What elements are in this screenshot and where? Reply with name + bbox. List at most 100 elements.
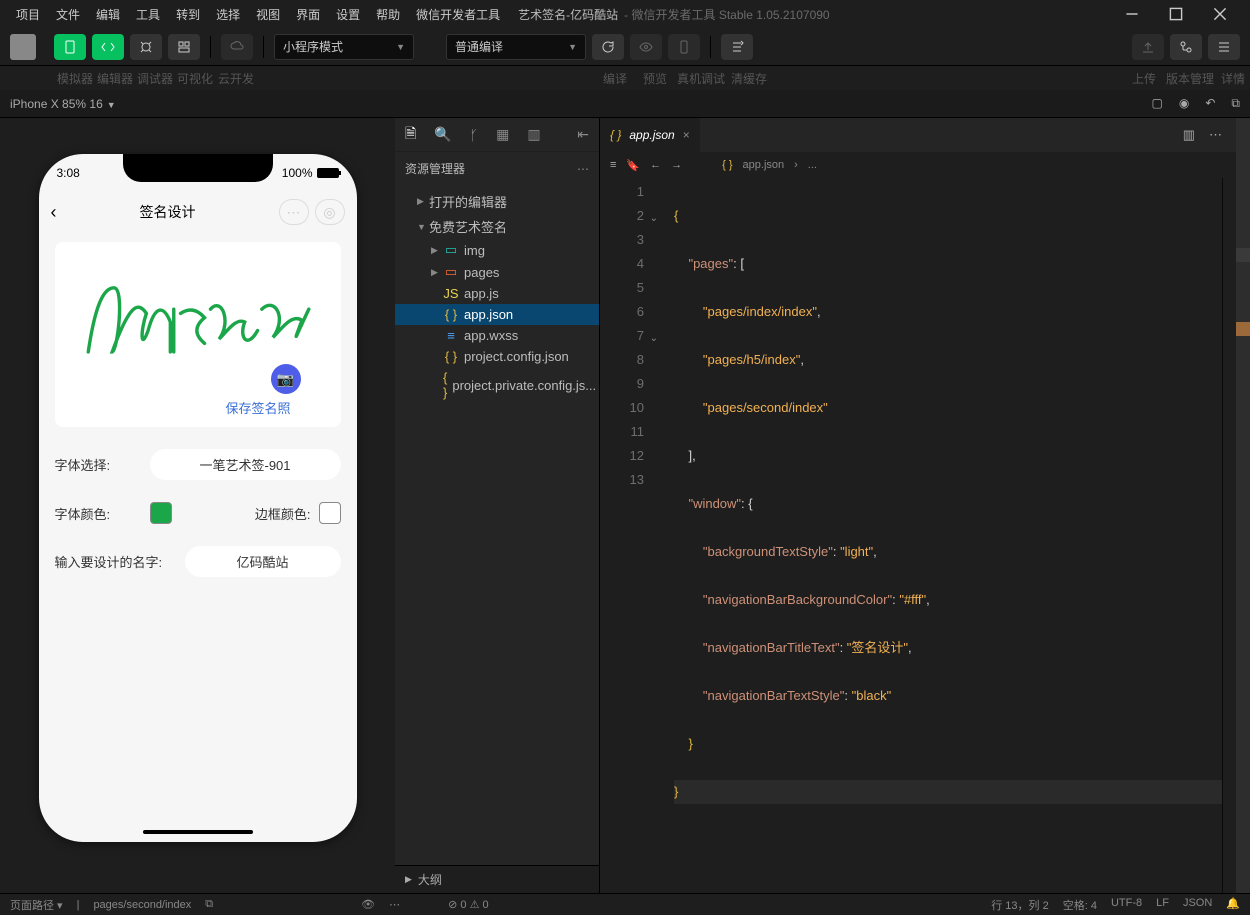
- signature-image: 📷: [65, 252, 331, 392]
- device-select[interactable]: iPhone X 85% 16▼: [10, 97, 116, 111]
- label-vis: 可视化: [175, 70, 215, 87]
- status-encoding[interactable]: UTF-8: [1111, 897, 1142, 913]
- clearcache-button[interactable]: [721, 34, 753, 60]
- code-content[interactable]: { "pages": [ "pages/index/index", "pages…: [652, 178, 1222, 893]
- list-icon[interactable]: ≡: [610, 159, 616, 171]
- status-more-icon[interactable]: ⋯: [389, 898, 400, 911]
- editor-button[interactable]: [92, 34, 124, 60]
- name-input[interactable]: 亿码酷站: [185, 546, 341, 577]
- menu-file[interactable]: 文件: [48, 6, 88, 23]
- rotate-icon[interactable]: ▢: [1152, 96, 1163, 111]
- tree-file-appjs[interactable]: JSapp.js: [395, 283, 599, 304]
- realdebug-button[interactable]: [668, 34, 700, 60]
- visibility-icon[interactable]: 👁: [361, 898, 375, 911]
- save-link[interactable]: 保存签名照: [65, 392, 331, 417]
- file-tree: ▶打开的编辑器 ▼免费艺术签名 ▶▭img ▶▭pages JSapp.js {…: [395, 185, 599, 865]
- avatar[interactable]: [10, 34, 36, 60]
- border-color-swatch[interactable]: [319, 502, 341, 524]
- close-button[interactable]: [1198, 0, 1242, 28]
- menu-tool[interactable]: 工具: [128, 6, 168, 23]
- tree-folder-pages[interactable]: ▶▭pages: [395, 261, 599, 283]
- tree-project[interactable]: ▼免费艺术签名: [395, 214, 599, 239]
- copy-path-icon[interactable]: ⧉: [205, 898, 213, 911]
- tree-file-ppcj[interactable]: { }project.private.config.js...: [395, 367, 599, 403]
- status-errors[interactable]: ⊘ 0 ⚠ 0: [448, 898, 489, 911]
- detail-button[interactable]: [1208, 34, 1240, 60]
- font-color-swatch[interactable]: [150, 502, 172, 524]
- home-indicator: [143, 830, 253, 834]
- menu-view[interactable]: 视图: [248, 6, 288, 23]
- minimize-button[interactable]: [1110, 0, 1154, 28]
- status-lang[interactable]: JSON: [1183, 897, 1212, 913]
- menu-ui[interactable]: 界面: [288, 6, 328, 23]
- border-label: 边框颜色:: [255, 504, 311, 523]
- app-subtitle: - 微信开发者工具 Stable 1.05.2107090: [624, 6, 829, 23]
- preview-button[interactable]: [630, 34, 662, 60]
- capsule-menu[interactable]: ⋯: [279, 199, 309, 225]
- crumb-file[interactable]: app.json: [743, 159, 785, 171]
- crumb-more[interactable]: ...: [808, 159, 817, 171]
- outline-header[interactable]: ▶大纲: [395, 865, 599, 893]
- tab-collapse-icon[interactable]: ⇤: [577, 126, 589, 143]
- status-lncol[interactable]: 行 13，列 2: [991, 897, 1048, 913]
- bookmark-icon[interactable]: 🔖: [626, 159, 640, 172]
- menu-help[interactable]: 帮助: [368, 6, 408, 23]
- tab-git-icon[interactable]: ᚶ: [470, 127, 478, 143]
- tree-folder-img[interactable]: ▶▭img: [395, 239, 599, 261]
- code-area[interactable]: 1 2⌄ 3 4 5 6 7⌄ 8 9 10 11 12 13 { "pages…: [600, 178, 1236, 893]
- menu-wechat[interactable]: 微信开发者工具: [408, 6, 508, 23]
- minimap[interactable]: [1222, 178, 1236, 893]
- compile-button[interactable]: [592, 34, 624, 60]
- close-tab-icon[interactable]: ×: [683, 128, 690, 142]
- record-icon[interactable]: ◉: [1179, 96, 1189, 111]
- upload-button[interactable]: [1132, 34, 1164, 60]
- fwdnav-icon[interactable]: →: [671, 159, 682, 171]
- simulator-button[interactable]: [54, 34, 86, 60]
- capsule-close[interactable]: ◎: [315, 199, 345, 225]
- tree-file-appwxss[interactable]: ≡app.wxss: [395, 325, 599, 346]
- more-editor-icon[interactable]: ⋯: [1209, 127, 1222, 143]
- mp-navbar: ‹ 签名设计 ⋯ ◎: [39, 196, 357, 228]
- explorer-header: 资源管理器⋯: [395, 152, 599, 185]
- editor-tab-appjson[interactable]: { }app.json×: [600, 118, 700, 152]
- scrollbar-track[interactable]: [1236, 118, 1250, 893]
- menu-settings[interactable]: 设置: [328, 6, 368, 23]
- debugger-button[interactable]: [130, 34, 162, 60]
- mp-title: 签名设计: [57, 202, 279, 222]
- compile-dropdown[interactable]: 普通编译▼: [446, 34, 586, 60]
- back-icon[interactable]: ↶: [1205, 96, 1215, 111]
- font-select[interactable]: 一笔艺术签-901: [150, 449, 341, 480]
- label-realdebug: 真机调试: [675, 70, 727, 87]
- more-icon[interactable]: ⋯: [577, 162, 589, 176]
- version-button[interactable]: [1170, 34, 1202, 60]
- tab-search-icon[interactable]: 🔍: [434, 126, 451, 143]
- menu-select[interactable]: 选择: [208, 6, 248, 23]
- tree-open-editors[interactable]: ▶打开的编辑器: [395, 189, 599, 214]
- copy-icon[interactable]: ⧉: [1231, 96, 1240, 111]
- tab-ext-icon[interactable]: ▦: [496, 126, 509, 143]
- status-path[interactable]: pages/second/index: [93, 899, 191, 911]
- menu-project[interactable]: 项目: [8, 6, 48, 23]
- tab-files-icon[interactable]: 🗎: [405, 123, 416, 147]
- camera-icon[interactable]: 📷: [271, 364, 301, 394]
- mode-dropdown[interactable]: 小程序模式▼: [274, 34, 414, 60]
- status-pagepath-label[interactable]: 页面路径 ▾: [10, 897, 63, 913]
- tree-file-appjson[interactable]: { }app.json: [395, 304, 599, 325]
- label-compile: 编译: [595, 70, 635, 87]
- label-clearcache: 清缓存: [727, 70, 771, 87]
- status-spaces[interactable]: 空格: 4: [1063, 897, 1097, 913]
- tree-file-pcj[interactable]: { }project.config.json: [395, 346, 599, 367]
- split-icon[interactable]: ▥: [1183, 127, 1195, 143]
- bell-icon[interactable]: 🔔: [1226, 897, 1240, 913]
- menu-goto[interactable]: 转到: [168, 6, 208, 23]
- tab-build-icon[interactable]: ▥: [527, 126, 540, 143]
- signature-card: 📷 保存签名照: [55, 242, 341, 427]
- status-eol[interactable]: LF: [1156, 897, 1169, 913]
- label-detail: 详情: [1216, 70, 1250, 87]
- menu-edit[interactable]: 编辑: [88, 6, 128, 23]
- backnav-icon[interactable]: ←: [650, 159, 661, 171]
- visualize-button[interactable]: [168, 34, 200, 60]
- phone-frame: 3:08 100% ‹ 签名设计 ⋯ ◎ 📷 保存签名照: [39, 154, 357, 842]
- maximize-button[interactable]: [1154, 0, 1198, 28]
- cloud-button[interactable]: [221, 34, 253, 60]
